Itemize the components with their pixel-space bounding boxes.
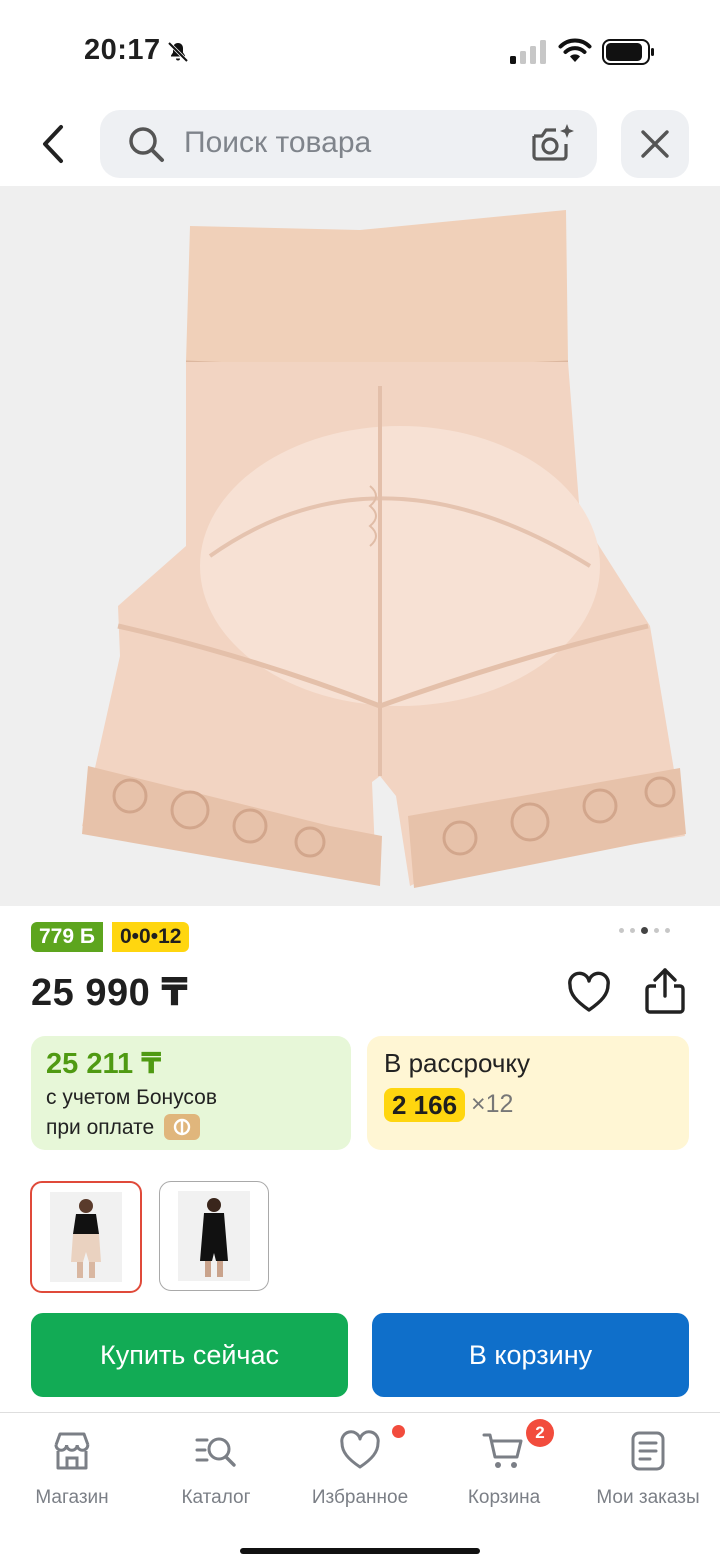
share-icon[interactable]	[642, 966, 688, 1016]
bonus-badge: 779 Б	[31, 922, 103, 952]
tab-favorites[interactable]: Избранное	[288, 1429, 432, 1529]
bonus-caption: с учетом Бонусов	[46, 1086, 217, 1109]
camera-search-icon[interactable]	[530, 122, 576, 164]
close-button[interactable]	[621, 110, 689, 178]
home-indicator	[240, 1548, 480, 1554]
cart-icon	[482, 1433, 523, 1468]
wifi-icon	[558, 38, 592, 62]
store-icon	[54, 1432, 90, 1470]
gallery-page-indicator	[619, 926, 681, 934]
installment-title: В рассрочку	[384, 1048, 531, 1078]
chevron-left-icon	[43, 125, 63, 163]
add-to-cart-button[interactable]: В корзину	[372, 1313, 689, 1397]
bell-slash-icon	[167, 41, 189, 63]
status-time: 20:17	[84, 34, 161, 66]
tab-catalog[interactable]: Каталог	[144, 1429, 288, 1529]
buy-now-button[interactable]: Купить сейчас	[31, 1313, 348, 1397]
favorites-notification-dot	[392, 1425, 405, 1438]
cart-count-badge: 2	[526, 1419, 554, 1447]
installment-card[interactable]: В рассрочку 2 166 ×12	[367, 1036, 689, 1150]
variant-image	[50, 1192, 122, 1282]
variant-thumbnail[interactable]	[159, 1181, 269, 1291]
variant-thumbnail-selected[interactable]	[30, 1181, 142, 1293]
gallery-dot	[665, 927, 670, 933]
tab-cart[interactable]: Корзина	[432, 1429, 576, 1529]
tab-orders[interactable]: Мои заказы	[576, 1429, 720, 1529]
installment-amount: 2 166	[384, 1088, 466, 1122]
back-button[interactable]	[22, 112, 86, 176]
product-image	[82, 210, 686, 888]
tab-label: Магазин	[35, 1487, 109, 1508]
bonus-payment-caption: при оплате	[46, 1116, 155, 1139]
gallery-dot	[630, 927, 635, 933]
tab-label: Каталог	[181, 1487, 251, 1508]
bonus-price-card[interactable]: 25 211 ₸ с учетом Бонусов при оплате	[31, 1036, 351, 1150]
close-icon	[641, 130, 669, 158]
tab-shop[interactable]: Магазин	[0, 1429, 144, 1529]
gallery-dot	[619, 927, 624, 933]
variant-image	[178, 1191, 250, 1281]
favorite-heart-icon[interactable]	[566, 970, 612, 1016]
tab-label: Мои заказы	[596, 1487, 700, 1508]
payment-card-icon	[164, 1114, 200, 1140]
tab-label: Избранное	[311, 1487, 409, 1508]
gallery-dot-active	[641, 926, 648, 934]
bonus-price: 25 211 ₸	[46, 1048, 162, 1080]
search-icon	[129, 127, 164, 162]
installment-months: ×12	[471, 1090, 514, 1118]
orders-icon	[631, 1431, 665, 1471]
product-price: 25 990 ₸	[31, 972, 189, 1014]
heart-icon	[340, 1430, 380, 1469]
installment-badge: 0•0•12	[112, 922, 190, 952]
signal-icon	[510, 40, 546, 64]
tab-label: Корзина	[467, 1487, 541, 1508]
catalog-search-icon	[195, 1437, 236, 1467]
product-image-gallery[interactable]	[0, 186, 720, 906]
gallery-dot	[654, 927, 659, 933]
search-input[interactable]: Поиск товара	[100, 110, 597, 178]
battery-icon	[602, 39, 654, 65]
bottom-tab-bar: Магазин Каталог Избранное Корзина 2 Мои …	[0, 1412, 720, 1564]
search-placeholder: Поиск товара	[184, 126, 372, 159]
